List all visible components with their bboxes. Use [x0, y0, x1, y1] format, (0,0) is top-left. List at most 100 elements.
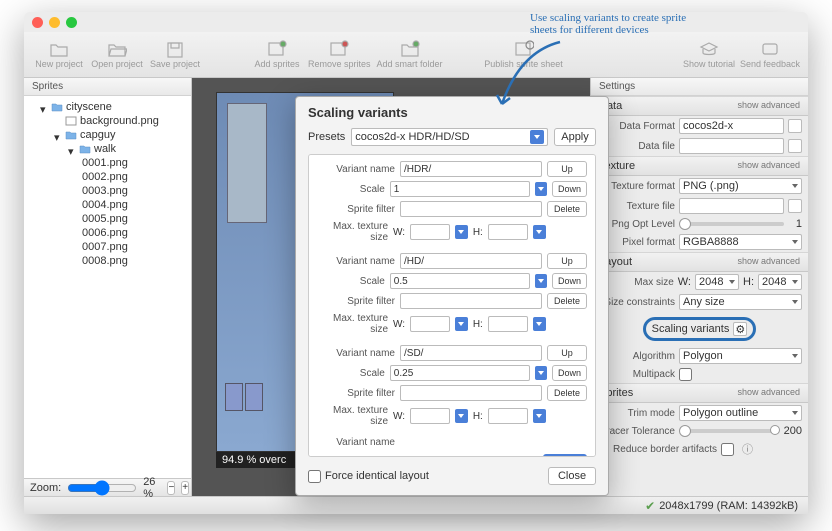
format-icon[interactable]: [788, 119, 802, 133]
add-sprites-button[interactable]: Add sprites: [250, 35, 304, 75]
tree-folder[interactable]: walk: [94, 143, 116, 155]
data-section-header[interactable]: Datashow advanced: [591, 96, 808, 116]
layout-section-header[interactable]: Layoutshow advanced: [591, 252, 808, 272]
sprite-filter-input[interactable]: [400, 385, 542, 401]
tree-item[interactable]: 0007.png: [82, 241, 128, 253]
max-h-input[interactable]: [488, 224, 528, 240]
chevron-down-icon[interactable]: [455, 409, 468, 423]
chevron-down-icon[interactable]: [535, 366, 547, 380]
max-h-input[interactable]: [488, 408, 528, 424]
sprite-tree[interactable]: ▾cityscene background.png ▾capguy ▾walk …: [24, 96, 191, 272]
zoom-traffic-light[interactable]: [66, 17, 77, 28]
reduce-artifacts-checkbox[interactable]: [721, 443, 734, 456]
folder-icon[interactable]: [788, 139, 802, 153]
multipack-checkbox[interactable]: [679, 368, 692, 381]
save-project-button[interactable]: Save project: [148, 35, 202, 75]
texture-file-input[interactable]: [679, 198, 784, 214]
up-button[interactable]: Up: [547, 161, 587, 177]
png-opt-slider[interactable]: [679, 222, 784, 226]
variants-list[interactable]: Variant nameUp ScaleDown Sprite filterDe…: [308, 154, 596, 457]
chevron-down-icon[interactable]: [455, 317, 468, 331]
variant-name-input[interactable]: [400, 345, 542, 361]
max-w-input[interactable]: [410, 316, 450, 332]
delete-button[interactable]: Delete: [547, 385, 587, 401]
tree-item[interactable]: 0004.png: [82, 199, 128, 211]
annotation-text: Use scaling variants to create sprite sh…: [530, 12, 690, 36]
folder-icon[interactable]: [788, 199, 802, 213]
scale-input[interactable]: [390, 181, 530, 197]
zoom-in-button[interactable]: +: [181, 481, 189, 495]
chevron-down-icon[interactable]: [455, 225, 468, 239]
send-feedback-button[interactable]: Send feedback: [740, 35, 800, 75]
chevron-down-icon[interactable]: ▾: [40, 103, 48, 111]
delete-button[interactable]: Delete: [547, 293, 587, 309]
close-button[interactable]: Close: [548, 467, 596, 485]
tree-item[interactable]: 0008.png: [82, 255, 128, 267]
presets-select[interactable]: cocos2d-x HDR/HD/SD: [351, 128, 548, 146]
tree-item[interactable]: 0005.png: [82, 213, 128, 225]
chevron-down-icon[interactable]: [535, 274, 547, 288]
settings-panel: Settings Datashow advanced Data Formatco…: [590, 78, 808, 496]
chevron-down-icon[interactable]: [533, 317, 546, 331]
tree-item[interactable]: background.png: [80, 115, 159, 127]
tree-item[interactable]: 0006.png: [82, 227, 128, 239]
pixel-format-select[interactable]: RGBA8888: [679, 234, 802, 250]
data-format-select[interactable]: cocos2d-x: [679, 118, 784, 134]
down-button[interactable]: Down: [552, 181, 587, 197]
sprite-filter-input[interactable]: [400, 201, 542, 217]
chevron-down-icon[interactable]: ▾: [68, 145, 76, 153]
force-layout-checkbox[interactable]: Force identical layout: [308, 470, 429, 483]
max-w-select[interactable]: 2048: [695, 274, 739, 290]
chevron-down-icon[interactable]: ▾: [54, 131, 62, 139]
settings-header: Settings: [591, 78, 808, 96]
variant-name-input[interactable]: [400, 253, 542, 269]
max-h-input[interactable]: [488, 316, 528, 332]
publish-button[interactable]: Publish sprite sheet: [483, 35, 565, 75]
png-opt-value: 1: [788, 218, 802, 230]
apply-button[interactable]: Apply: [554, 128, 596, 146]
image-minus-icon: [329, 40, 349, 58]
tracer-slider[interactable]: [679, 429, 776, 433]
chevron-down-icon[interactable]: [533, 225, 546, 239]
down-button[interactable]: Down: [552, 273, 587, 289]
gear-icon[interactable]: ⚙: [733, 322, 747, 336]
down-button[interactable]: Down: [552, 365, 587, 381]
scale-input[interactable]: [390, 273, 530, 289]
tree-folder[interactable]: cityscene: [66, 101, 112, 113]
minimize-traffic-light[interactable]: [49, 17, 60, 28]
new-project-button[interactable]: New project: [32, 35, 86, 75]
add-variant-button[interactable]: Add: [543, 454, 587, 457]
texture-section-header[interactable]: Textureshow advanced: [591, 156, 808, 176]
scale-input[interactable]: [390, 365, 530, 381]
tree-item[interactable]: 0003.png: [82, 185, 128, 197]
sprites-section-header[interactable]: Spritesshow advanced: [591, 383, 808, 403]
max-w-input[interactable]: [410, 408, 450, 424]
data-file-input[interactable]: [679, 138, 784, 154]
add-smart-folder-button[interactable]: Add smart folder: [375, 35, 445, 75]
zoom-slider[interactable]: [67, 480, 137, 496]
texture-format-select[interactable]: PNG (.png): [679, 178, 802, 194]
chevron-down-icon[interactable]: [535, 182, 547, 196]
size-constraints-select[interactable]: Any size: [679, 294, 802, 310]
algorithm-select[interactable]: Polygon: [679, 348, 802, 364]
sprite-filter-input[interactable]: [400, 293, 542, 309]
max-h-select[interactable]: 2048: [758, 274, 802, 290]
tree-folder[interactable]: capguy: [80, 129, 115, 141]
chevron-down-icon[interactable]: [533, 409, 546, 423]
variant-name-input[interactable]: [400, 161, 542, 177]
up-button[interactable]: Up: [547, 253, 587, 269]
tree-item[interactable]: 0002.png: [82, 171, 128, 183]
close-traffic-light[interactable]: [32, 17, 43, 28]
trim-mode-select[interactable]: Polygon outline: [679, 405, 802, 421]
max-w-input[interactable]: [410, 224, 450, 240]
info-icon[interactable]: ⓘ: [742, 441, 753, 457]
show-tutorial-button[interactable]: Show tutorial: [682, 35, 736, 75]
folder-icon: [65, 130, 77, 140]
open-project-button[interactable]: Open project: [90, 35, 144, 75]
remove-sprites-button[interactable]: Remove sprites: [308, 35, 371, 75]
delete-button[interactable]: Delete: [547, 201, 587, 217]
zoom-out-button[interactable]: −: [167, 481, 175, 495]
tree-item[interactable]: 0001.png: [82, 157, 128, 169]
folder-icon: [51, 102, 63, 112]
up-button[interactable]: Up: [547, 345, 587, 361]
